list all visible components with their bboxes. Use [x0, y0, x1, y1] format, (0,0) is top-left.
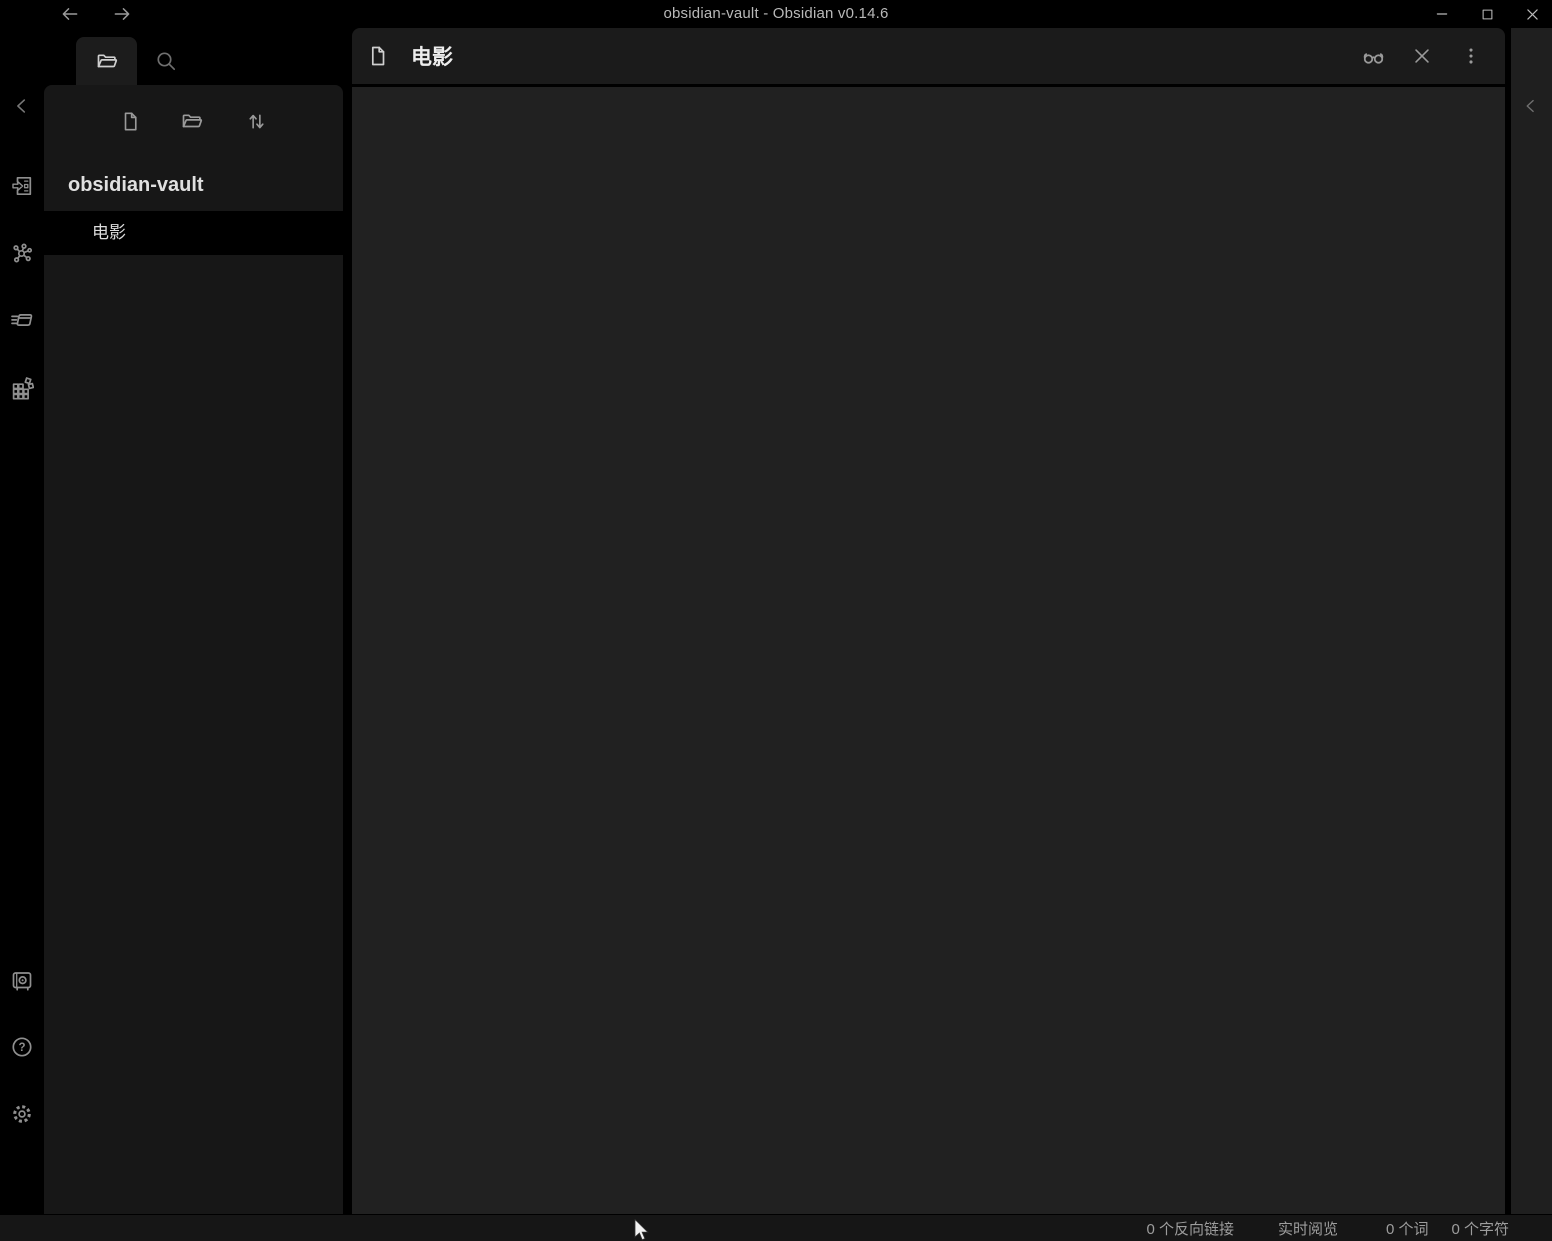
sort-arrows-icon	[245, 110, 268, 133]
minimize-icon	[1434, 6, 1450, 22]
new-folder-icon	[180, 109, 204, 133]
right-sidebar-strip	[1511, 28, 1552, 1214]
tab-file-explorer[interactable]	[76, 37, 137, 85]
status-bar: 0 个反向链接 实时阅览 0 个词 0 个字符	[0, 1214, 1552, 1241]
blocks-button[interactable]	[10, 376, 34, 400]
expand-right-sidebar-button[interactable]	[1519, 94, 1543, 118]
settings-button[interactable]	[10, 1102, 34, 1126]
editor-pane: 电影	[352, 28, 1505, 1214]
switch-vault-button[interactable]	[10, 969, 34, 993]
left-ribbon: ?	[0, 28, 44, 1214]
editor-header: 电影	[352, 28, 1505, 84]
chevron-left-icon	[11, 95, 33, 117]
blocks-grid-icon	[10, 376, 34, 400]
gear-icon	[10, 1102, 34, 1126]
new-note-icon	[119, 110, 142, 133]
graph-icon	[10, 241, 34, 265]
new-note-button[interactable]	[118, 109, 142, 133]
word-count: 0 个词	[1386, 1218, 1429, 1239]
maximize-button[interactable]	[1473, 0, 1501, 28]
close-icon	[1524, 6, 1541, 23]
window-title: obsidian-vault - Obsidian v0.14.6	[0, 0, 1552, 28]
quick-switcher-button[interactable]	[10, 174, 34, 198]
card-speed-icon	[10, 308, 34, 332]
window-controls	[1428, 0, 1546, 28]
app-workspace: ?	[0, 28, 1552, 1214]
help-circle-icon: ?	[10, 1035, 34, 1059]
char-count: 0 个字符	[1451, 1218, 1509, 1239]
tab-search[interactable]	[140, 37, 192, 85]
editor-actions	[1361, 44, 1505, 68]
file-import-icon	[10, 174, 34, 198]
editor-body[interactable]	[352, 87, 1505, 1214]
vault-name[interactable]: obsidian-vault	[68, 174, 204, 197]
file-explorer-panel: obsidian-vault 电影	[44, 85, 343, 1214]
titlebar: obsidian-vault - Obsidian v0.14.6	[0, 0, 1552, 28]
vault-safe-icon	[10, 969, 34, 993]
new-folder-button[interactable]	[180, 109, 204, 133]
quick-card-button[interactable]	[10, 308, 34, 332]
svg-text:?: ?	[18, 1042, 25, 1054]
chevron-left-icon	[1521, 96, 1541, 116]
folder-icon	[95, 49, 119, 73]
minimize-button[interactable]	[1428, 0, 1456, 28]
kebab-icon	[1460, 45, 1482, 67]
more-options-button[interactable]	[1459, 44, 1483, 68]
close-pane-button[interactable]	[1410, 44, 1434, 68]
document-icon	[366, 44, 390, 68]
search-icon	[154, 49, 178, 73]
collapse-left-sidebar-button[interactable]	[10, 94, 34, 118]
edit-mode-indicator[interactable]: 实时阅览	[1278, 1218, 1338, 1239]
graph-view-button[interactable]	[10, 241, 34, 265]
glasses-icon	[1361, 44, 1386, 69]
reading-mode-button[interactable]	[1361, 44, 1385, 68]
note-title: 电影	[411, 41, 453, 71]
close-window-button[interactable]	[1518, 0, 1546, 28]
help-button[interactable]: ?	[10, 1035, 34, 1059]
left-sidebar: obsidian-vault 电影	[44, 28, 343, 1214]
sort-order-button[interactable]	[244, 109, 268, 133]
maximize-icon	[1480, 7, 1495, 22]
backlink-count[interactable]: 0 个反向链接	[1146, 1218, 1234, 1239]
close-icon	[1411, 45, 1433, 67]
sidebar-tabstrip	[44, 28, 343, 85]
file-tree-item-selected[interactable]: 电影	[44, 211, 343, 255]
